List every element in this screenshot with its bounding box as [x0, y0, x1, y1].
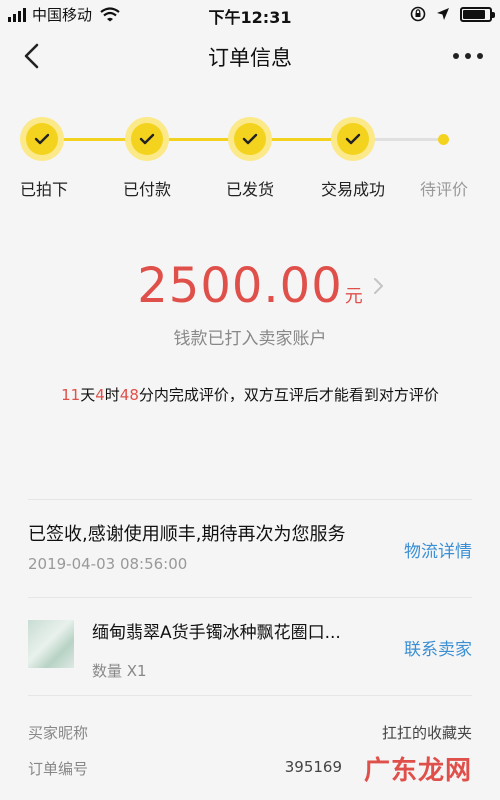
amount-row: 2500.00 元 — [0, 258, 500, 314]
chevron-right-icon[interactable] — [372, 276, 386, 296]
step-3-check-icon — [228, 117, 272, 161]
status-right — [410, 6, 495, 22]
order-number-value: 395169 — [284, 758, 342, 776]
battery-level — [463, 9, 485, 19]
order-number-label: 订单编号 — [28, 760, 89, 778]
location-icon — [437, 8, 449, 20]
review-days-unit: 天 — [80, 386, 96, 404]
buyer-nickname-label: 买家昵称 — [28, 724, 89, 742]
step-5-pending-dot — [438, 134, 449, 145]
review-minutes: 48 — [119, 386, 139, 404]
page-title: 订单信息 — [208, 46, 292, 70]
logistics-status: 已签收,感谢使用顺丰,期待再次为您服务 — [28, 524, 346, 545]
step-label-shipped: 已发货 — [225, 180, 274, 199]
product-thumbnail[interactable] — [28, 620, 74, 668]
buyer-nickname-value: 扛扛的收藏夹 — [381, 724, 472, 742]
step-label-success: 交易成功 — [320, 180, 385, 199]
step-4-check-icon — [331, 117, 375, 161]
amount-unit: 元 — [344, 286, 363, 307]
progress-track-fill — [42, 138, 352, 141]
review-days: 11 — [61, 386, 81, 404]
more-options-button[interactable] — [450, 42, 486, 70]
step-2-check-icon — [125, 117, 169, 161]
amount-subtitle: 钱款已打入卖家账户 — [173, 329, 327, 349]
step-label-paid: 已付款 — [122, 180, 171, 199]
logistics-time: 2019-04-03 08:56:00 — [28, 555, 188, 573]
step-label-review: 待评价 — [419, 180, 468, 199]
order-progress: 已拍下 已付款 已发货 交易成功 待评价 — [0, 82, 500, 202]
battery-icon — [460, 6, 495, 22]
nav-bar: 订单信息 — [0, 30, 500, 82]
watermark-logo: 广东龙网 — [363, 756, 472, 786]
buyer-nickname-row: 买家昵称 扛扛的收藏夹 — [28, 722, 472, 746]
step-label-bought: 已拍下 — [19, 180, 68, 199]
product-title[interactable]: 缅甸翡翠A货手镯冰种飘花圈口... — [92, 618, 362, 643]
review-text: 分内完成评价，双方互评后才能看到对方评价 — [138, 386, 439, 404]
amount-value: 2500.00 — [137, 258, 343, 314]
review-deadline-note: 11天4时48分内完成评价，双方互评后才能看到对方评价 — [50, 384, 450, 407]
amount-section: 2500.00 元 钱款已打入卖家账户 11天4时48分内完成评价，双方互评后才能… — [0, 202, 500, 500]
review-hours-unit: 时 — [104, 386, 120, 404]
product-quantity: 数量 X1 — [92, 662, 147, 680]
status-bar: 中国移动 下午12:31 — [0, 0, 500, 30]
review-hours: 4 — [95, 386, 105, 404]
step-1-check-icon — [20, 117, 64, 161]
logistics-row[interactable]: 已签收,感谢使用顺丰,期待再次为您服务 2019-04-03 08:56:00 … — [0, 500, 500, 598]
orientation-lock-icon — [410, 6, 426, 22]
contact-seller-button[interactable]: 联系卖家 — [404, 635, 472, 660]
product-row[interactable]: 缅甸翡翠A货手镯冰种飘花圈口... 数量 X1 联系卖家 — [0, 598, 500, 696]
logistics-details-link[interactable]: 物流详情 — [404, 537, 472, 562]
